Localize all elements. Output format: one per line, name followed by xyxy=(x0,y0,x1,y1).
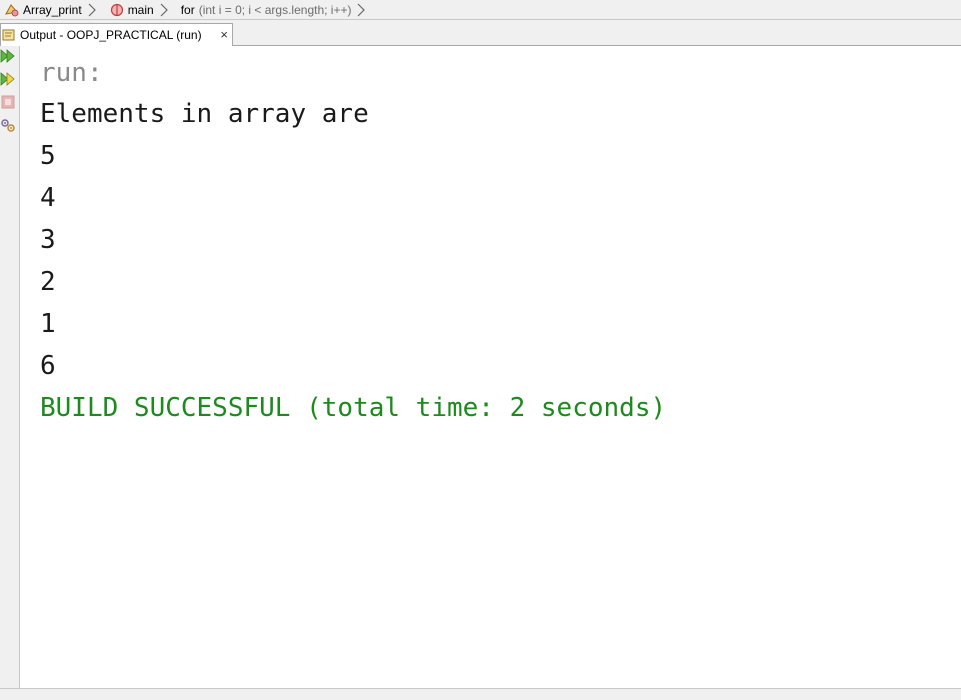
output-icon xyxy=(2,28,16,42)
breadcrumb: Array_print main for (int i = 0; i < arg… xyxy=(0,0,961,20)
tab-strip: Output - OOPJ_PRACTICAL (run) × xyxy=(0,20,961,46)
output-line: 3 xyxy=(40,225,56,255)
output-line: 1 xyxy=(40,309,56,339)
chevron-right-icon xyxy=(159,3,169,17)
output-line: 2 xyxy=(40,267,56,297)
output-toolbar xyxy=(0,46,20,688)
breadcrumb-item-for[interactable]: for (int i = 0; i < args.length; i++) xyxy=(181,0,367,20)
chevron-right-icon xyxy=(356,3,366,17)
output-line: 4 xyxy=(40,183,56,213)
breadcrumb-item-class[interactable]: Array_print xyxy=(0,0,97,20)
class-icon xyxy=(4,2,20,18)
breadcrumb-item-method[interactable]: main xyxy=(105,0,169,20)
rerun-icon[interactable] xyxy=(0,48,16,64)
output-line: Elements in array are xyxy=(40,99,369,129)
output-line-run: run: xyxy=(40,58,103,88)
chevron-right-icon xyxy=(87,3,97,17)
output-line: 6 xyxy=(40,351,56,381)
output-line-build-status: BUILD SUCCESSFUL (total time: 2 seconds) xyxy=(40,393,667,423)
tab-label: Output - OOPJ_PRACTICAL (run) xyxy=(20,28,202,42)
settings-icon[interactable] xyxy=(0,117,16,133)
method-icon xyxy=(109,2,125,18)
breadcrumb-label: main xyxy=(127,2,154,17)
output-line: 5 xyxy=(40,141,56,171)
bottom-border xyxy=(0,688,961,700)
rerun-with-options-icon[interactable] xyxy=(0,71,16,87)
close-icon[interactable]: × xyxy=(220,27,228,42)
breadcrumb-label: Array_print xyxy=(23,2,82,17)
breadcrumb-detail: (int i = 0; i < args.length; i++) xyxy=(198,2,352,17)
breadcrumb-label: for xyxy=(180,2,195,17)
stop-icon[interactable] xyxy=(0,94,16,110)
tab-output[interactable]: Output - OOPJ_PRACTICAL (run) × xyxy=(0,23,233,46)
output-console[interactable]: run: Elements in array are 5 4 3 2 1 6 B… xyxy=(21,46,961,688)
